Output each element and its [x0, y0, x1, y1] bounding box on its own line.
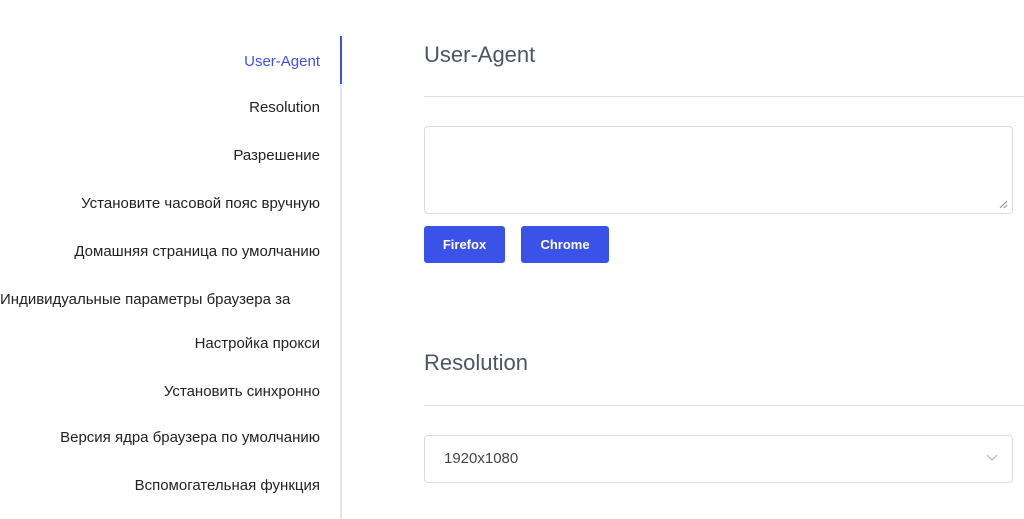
divider — [424, 96, 1024, 97]
resolution-select[interactable]: 1920x1080 — [424, 435, 1013, 483]
firefox-button[interactable]: Firefox — [424, 226, 505, 263]
sidebar-item-timezone[interactable]: Установите часовой пояс вручную — [81, 194, 320, 214]
user-agent-textarea[interactable] — [424, 126, 1013, 214]
section-title-resolution: Resolution — [424, 350, 528, 375]
sidebar-item-user-agent[interactable]: User-Agent — [244, 52, 320, 72]
sidebar-item-helper[interactable]: Вспомогательная функция — [135, 476, 320, 496]
sidebar-item-kernel-version[interactable]: Версия ядра браузера по умолчанию — [60, 428, 320, 448]
resize-handle-icon[interactable] — [998, 199, 1008, 209]
resolution-selected-value: 1920x1080 — [444, 450, 519, 467]
chevron-down-icon — [986, 454, 998, 461]
chrome-button[interactable]: Chrome — [521, 226, 609, 263]
sidebar-nav: User-Agent Resolution Разрешение Установ… — [0, 36, 342, 519]
active-indicator — [340, 36, 342, 84]
divider — [424, 405, 1024, 406]
sidebar-item-razreshenie[interactable]: Разрешение — [233, 146, 320, 166]
settings-content: User-Agent Firefox Chrome Resolution 192… — [424, 0, 1024, 519]
sidebar-item-resolution[interactable]: Resolution — [249, 98, 320, 118]
sidebar-item-sync[interactable]: Установить синхронно — [164, 382, 320, 402]
sidebar-item-browser-params[interactable]: Индивидуальные параметры браузера за — [0, 290, 342, 310]
sidebar-item-proxy[interactable]: Настройка прокси — [195, 334, 320, 354]
section-title-user-agent: User-Agent — [424, 42, 536, 67]
sidebar-item-homepage[interactable]: Домашняя страница по умолчанию — [74, 242, 320, 262]
